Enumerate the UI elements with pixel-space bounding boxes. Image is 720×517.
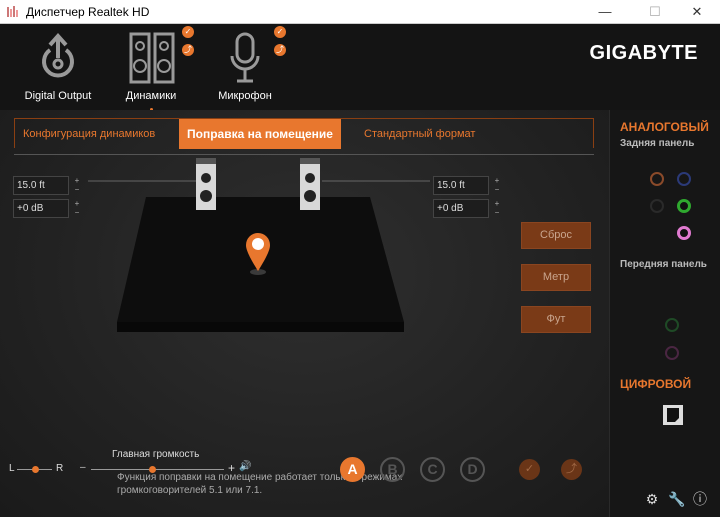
spin-up-button[interactable]: + bbox=[72, 199, 82, 208]
main-volume-slider[interactable] bbox=[91, 469, 224, 470]
profile-c-button[interactable]: C bbox=[420, 457, 445, 482]
meter-button[interactable]: Метр bbox=[521, 264, 591, 291]
right-speaker-icon[interactable] bbox=[298, 158, 322, 214]
digital-heading: ЦИФРОВОЙ bbox=[620, 377, 692, 391]
spin-down-button[interactable]: − bbox=[492, 185, 502, 194]
balance-slider-knob[interactable] bbox=[31, 466, 39, 473]
minimize-button[interactable]: — bbox=[582, 0, 628, 24]
gigabyte-logo: GIGABYTE bbox=[589, 42, 698, 64]
front-panel-label: Передняя панель bbox=[620, 259, 707, 270]
spin-up-button[interactable]: + bbox=[492, 176, 502, 185]
profile-a-button[interactable]: A bbox=[340, 457, 365, 482]
speakers-icon bbox=[129, 32, 175, 84]
spin-down-button[interactable]: − bbox=[72, 185, 82, 194]
tab-default-format[interactable]: Стандартный формат bbox=[356, 119, 483, 149]
left-speaker-icon[interactable] bbox=[194, 158, 218, 214]
info-icon[interactable]: ⓘ bbox=[692, 491, 708, 507]
maximize-button[interactable]: ☐ bbox=[632, 0, 678, 24]
left-gain-field[interactable]: +0 dB bbox=[13, 199, 69, 218]
reset-button[interactable]: Сброс bbox=[521, 222, 591, 249]
main-volume-label: Главная громкость bbox=[112, 449, 200, 460]
listener-position-pin-icon[interactable] bbox=[244, 231, 272, 277]
spin-up-button[interactable]: + bbox=[492, 199, 502, 208]
device-microphone[interactable]: Микрофон bbox=[190, 24, 300, 110]
tab-speaker-config[interactable]: Конфигурация динамиков bbox=[15, 119, 163, 149]
digital-output-icon bbox=[42, 32, 74, 78]
left-distance-field[interactable]: 15.0 ft bbox=[13, 176, 69, 195]
front-pink-jack[interactable] bbox=[665, 346, 679, 360]
balance-left-label: L bbox=[9, 463, 15, 474]
foot-button[interactable]: Фут bbox=[521, 306, 591, 333]
back-panel-label: Задняя панель bbox=[620, 138, 695, 149]
back-orange-jack[interactable] bbox=[650, 172, 664, 186]
close-button[interactable]: ✕ bbox=[674, 0, 720, 24]
back-green-jack[interactable] bbox=[677, 199, 691, 213]
spin-down-button[interactable]: − bbox=[72, 208, 82, 217]
spin-up-button[interactable]: + bbox=[72, 176, 82, 185]
back-black-jack[interactable] bbox=[650, 199, 664, 213]
device-label: Микрофон bbox=[218, 90, 272, 102]
tab-bar: Конфигурация динамиков Поправка на помещ… bbox=[14, 118, 594, 155]
analog-heading: АНАЛОГОВЫЙ bbox=[620, 120, 709, 134]
back-pink-jack[interactable] bbox=[677, 226, 691, 240]
microphone-icon bbox=[230, 32, 260, 83]
right-distance-field[interactable]: 15.0 ft bbox=[433, 176, 489, 195]
profile-d-button[interactable]: D bbox=[460, 457, 485, 482]
volume-plus-icon[interactable]: + bbox=[228, 461, 235, 475]
title-bar: Диспетчер Realtek HD — ☐ ✕ bbox=[0, 0, 720, 24]
connector-settings-icon[interactable]: ⤴ bbox=[561, 459, 582, 480]
gear-icon[interactable]: ⚙ bbox=[644, 491, 660, 507]
speaker-volume-icon[interactable]: 🔊 bbox=[239, 461, 251, 472]
checkmark-icon: ✓ bbox=[274, 26, 286, 38]
spin-down-button[interactable]: − bbox=[492, 208, 502, 217]
apply-check-icon[interactable]: ✓ bbox=[519, 459, 540, 480]
digital-port-icon[interactable] bbox=[662, 404, 684, 426]
device-bar: Digital Output Динамики ✓ ⤴ Микрофон ✓ ⤴… bbox=[0, 24, 720, 111]
profile-b-button[interactable]: B bbox=[380, 457, 405, 482]
connector-panel: АНАЛОГОВЫЙ Задняя панель Передняя панель… bbox=[609, 110, 720, 517]
back-blue-jack[interactable] bbox=[677, 172, 691, 186]
wrench-icon[interactable]: 🔧 bbox=[668, 491, 685, 507]
right-gain-field[interactable]: +0 dB bbox=[433, 199, 489, 218]
realtek-speaker-icon bbox=[7, 6, 18, 17]
volume-minus-icon[interactable]: – bbox=[80, 462, 86, 473]
front-green-jack[interactable] bbox=[665, 318, 679, 332]
connector-icon: ⤴ bbox=[274, 44, 286, 56]
main-panel: Конфигурация динамиков Поправка на помещ… bbox=[0, 110, 609, 517]
window-title: Диспетчер Realtek HD bbox=[26, 5, 150, 19]
tab-room-correction[interactable]: Поправка на помещение bbox=[179, 119, 341, 149]
balance-right-label: R bbox=[56, 463, 64, 474]
